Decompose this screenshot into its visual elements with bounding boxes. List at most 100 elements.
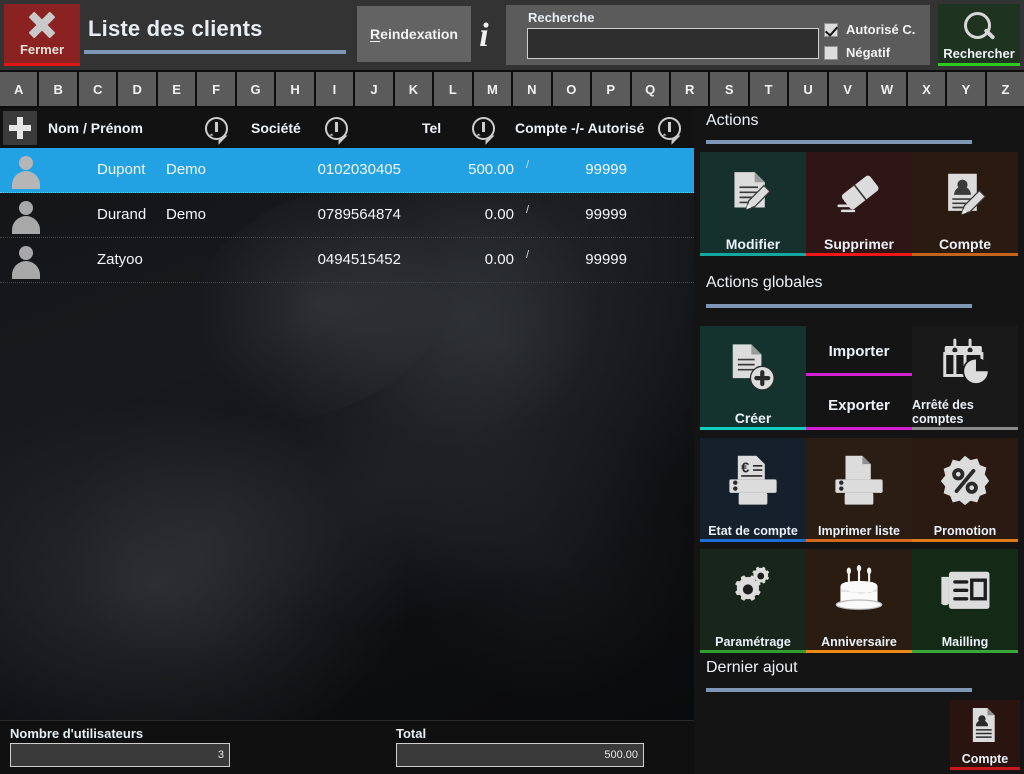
alphabet-button-d[interactable]: D (118, 72, 156, 106)
alphabet-button-j[interactable]: J (355, 72, 393, 106)
cell-tel: 0102030405 (317, 161, 401, 178)
cell-societe: Demo (166, 161, 207, 178)
alphabet-button-i[interactable]: I (315, 72, 354, 106)
alphabet-button-h[interactable]: H (276, 72, 314, 106)
newspaper-icon (912, 549, 1018, 635)
tile-accent (912, 253, 1018, 256)
alphabet-button-z[interactable]: Z (986, 72, 1024, 106)
tile-promotion[interactable]: Promotion (912, 438, 1018, 542)
alphabet-button-v[interactable]: V (828, 72, 867, 106)
alphabet-button-k[interactable]: K (394, 72, 433, 106)
gears-icon (700, 549, 806, 635)
checkbox-autorise-c-box[interactable] (824, 22, 838, 37)
tile-label: Imprimer liste (818, 524, 900, 538)
percent-badge-icon (912, 438, 1018, 524)
clients-list-area: Nom / Prénom Société Tel Compte -/- Auto… (0, 108, 694, 720)
checkbox-negatif[interactable]: Négatif (824, 45, 890, 60)
tile-arr-t-des-comptes[interactable]: Arrêté des comptes (912, 326, 1018, 430)
alphabet-button-a[interactable]: A (0, 72, 38, 106)
button-label: Importer (828, 342, 890, 360)
button-label: Exporter (828, 396, 890, 414)
checkbox-negatif-box[interactable] (824, 45, 838, 60)
status-bar: Nombre d'utilisateurs Total (0, 720, 694, 774)
search-button[interactable]: Rechercher (938, 4, 1020, 66)
sort-button-societe[interactable] (325, 117, 348, 140)
column-header-nom[interactable]: Nom / Prénom (48, 120, 143, 136)
avatar (10, 154, 42, 189)
search-button-label: Rechercher (943, 46, 1015, 61)
cell-nom: Dupont (97, 161, 146, 178)
column-header-compte[interactable]: Compte -/- Autorisé (515, 120, 644, 136)
search-input[interactable] (527, 28, 819, 59)
tile-mailling[interactable]: Mailling (912, 549, 1018, 653)
alphabet-button-c[interactable]: C (78, 72, 117, 106)
printer-icon (806, 438, 912, 524)
table-row[interactable]: Zatyoo 0494515452 0.00 / 99999 (0, 238, 694, 283)
tile-label: Arrêté des comptes (912, 398, 974, 426)
alphabet-button-q[interactable]: Q (631, 72, 669, 106)
cell-nom: Durand (97, 206, 147, 223)
checkbox-autorise-c[interactable]: Autorisé C. (824, 22, 915, 37)
sort-button-nom[interactable] (205, 117, 228, 140)
global-actions-section-title: Actions globales (706, 274, 823, 291)
alphabet-button-t[interactable]: T (749, 72, 788, 106)
close-button-label: Fermer (19, 42, 65, 57)
cell-autorise: 99999 (585, 161, 627, 178)
button-exporter[interactable]: Exporter (806, 380, 912, 430)
tile-modifier[interactable]: Modifier (700, 152, 806, 256)
table-row[interactable]: Dupont Demo 0102030405 500.00 / 99999 (0, 148, 694, 193)
tile-etat-de-compte[interactable]: € Etat de compte (700, 438, 806, 542)
last-added-compte-button[interactable]: Compte (950, 700, 1020, 770)
tile-label: Créer (734, 410, 772, 426)
document-plus-icon (700, 326, 806, 410)
close-x-icon (25, 10, 59, 40)
cell-nom: Zatyoo (97, 251, 143, 268)
tile-compte[interactable]: Compte (912, 152, 1018, 256)
tile-accent (806, 539, 912, 542)
last-added-compte-label: Compte (961, 752, 1009, 766)
table-row[interactable]: Durand Demo 0789564874 0.00 / 99999 (0, 193, 694, 238)
alphabet-button-y[interactable]: Y (947, 72, 985, 106)
avatar (10, 199, 42, 234)
sort-button-compte[interactable] (658, 117, 681, 140)
alphabet-button-p[interactable]: P (592, 72, 630, 106)
tile-accent (700, 539, 806, 542)
cell-separator: / (525, 249, 529, 261)
close-button[interactable]: Fermer (4, 4, 80, 66)
global-actions-section-rule (706, 304, 972, 308)
tile-accent (912, 427, 1018, 430)
button-importer[interactable]: Importer (806, 326, 912, 376)
alphabet-button-l[interactable]: L (434, 72, 472, 106)
last-added-section-title: Dernier ajout (706, 659, 798, 676)
printer-euro-icon: € (700, 438, 806, 524)
alphabet-button-x[interactable]: X (907, 72, 946, 106)
alphabet-button-w[interactable]: W (868, 72, 906, 106)
column-header-societe[interactable]: Société (251, 120, 301, 136)
document-pencil-icon (700, 152, 806, 236)
tile-supprimer[interactable]: Supprimer (806, 152, 912, 256)
reindex-button[interactable]: Reindexation (357, 6, 471, 62)
alphabet-button-s[interactable]: S (710, 72, 748, 106)
tile-imprimer-liste[interactable]: Imprimer liste (806, 438, 912, 542)
alphabet-button-m[interactable]: M (473, 72, 512, 106)
alphabet-button-u[interactable]: U (789, 72, 827, 106)
tile-param-trage[interactable]: Paramétrage (700, 549, 806, 653)
alphabet-button-g[interactable]: G (236, 72, 275, 106)
sort-button-tel[interactable] (472, 117, 495, 140)
total-value (396, 743, 644, 767)
cell-tel: 0494515452 (317, 251, 401, 268)
alphabet-button-r[interactable]: R (670, 72, 709, 106)
tile-cr-er[interactable]: Créer (700, 326, 806, 430)
cell-compte: 0.00 (484, 206, 514, 223)
column-header-tel[interactable]: Tel (422, 120, 441, 136)
info-icon[interactable]: i (472, 18, 496, 58)
alphabet-button-n[interactable]: N (513, 72, 551, 106)
alphabet-button-f[interactable]: F (197, 72, 235, 106)
table-body: Dupont Demo 0102030405 500.00 / 99999 Durand De… (0, 148, 694, 283)
tile-anniversaire[interactable]: Anniversaire (806, 549, 912, 653)
add-client-button[interactable] (3, 111, 37, 145)
alphabet-button-b[interactable]: B (39, 72, 77, 106)
alphabet-button-o[interactable]: O (552, 72, 591, 106)
title-underline (84, 50, 346, 54)
alphabet-button-e[interactable]: E (157, 72, 196, 106)
